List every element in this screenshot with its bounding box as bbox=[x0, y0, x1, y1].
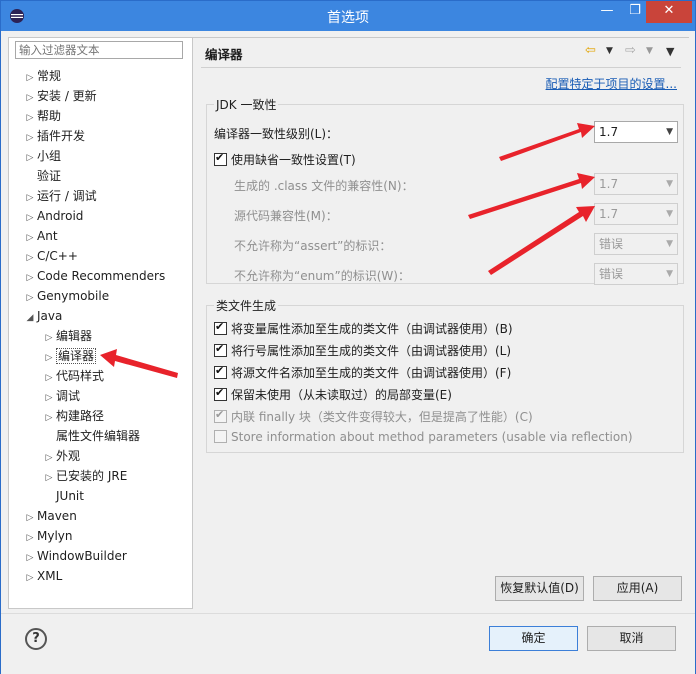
red-arrow-icon bbox=[100, 349, 178, 378]
red-arrow-icon bbox=[488, 206, 595, 275]
preferences-window: 首选项 — ❐ ✕ ▷常规▷安装 / 更新▷帮助▷插件开发▷小组验证▷运行 / … bbox=[0, 0, 696, 674]
dialog-footer: ? 确定 取消 bbox=[1, 613, 695, 674]
annotation-arrows bbox=[100, 123, 595, 378]
cancel-button[interactable]: 取消 bbox=[587, 626, 676, 651]
ok-button[interactable]: 确定 bbox=[489, 626, 578, 651]
help-icon[interactable]: ? bbox=[25, 628, 47, 650]
red-arrow-icon bbox=[468, 173, 595, 219]
red-arrow-icon bbox=[499, 123, 595, 161]
